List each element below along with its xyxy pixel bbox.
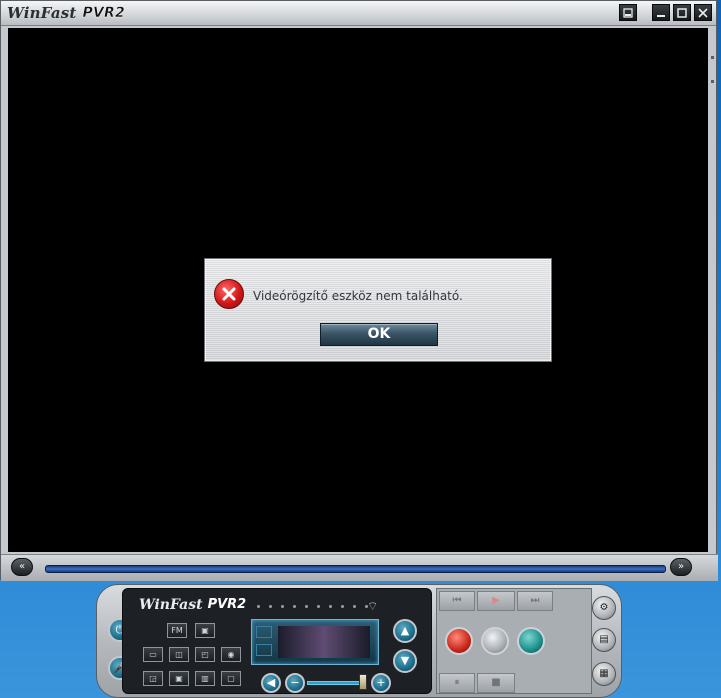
rail-dot — [711, 56, 714, 59]
window-mode-button[interactable]: ▣ — [169, 671, 189, 686]
minimize-icon — [657, 14, 665, 17]
maximize-icon — [677, 7, 687, 18]
ok-button[interactable]: OK — [320, 323, 438, 346]
snapshot-icon — [623, 7, 633, 18]
folder-button[interactable]: ▭ — [143, 647, 163, 662]
control-panel: ⏻ 🎤 WinFast PVR2 ⌔ FM ▣ ▭ ◫ ◰ ◉ ◲ ▣ ▥ ▢ … — [96, 584, 622, 698]
fullscreen-button[interactable]: ▢ — [221, 671, 241, 686]
wifi-icon: ⌔ — [367, 599, 379, 613]
capture-button[interactable]: ◰ — [195, 647, 215, 662]
logo-text: WinFast — [7, 4, 77, 22]
settings-button[interactable]: ⚙ — [592, 596, 616, 620]
lcd-indicator — [256, 644, 272, 656]
pip-button[interactable]: ◲ — [143, 671, 163, 686]
channel-up-button[interactable]: ▲ — [393, 619, 417, 643]
volume-slider[interactable] — [307, 681, 361, 685]
close-icon — [698, 7, 708, 18]
lcd-display — [251, 619, 379, 665]
schedule-button[interactable] — [517, 627, 545, 655]
prev-button[interactable]: ⏮ — [439, 591, 475, 611]
app-logo: WinFast PVR2 — [7, 4, 125, 22]
volume-down-button[interactable]: − — [285, 673, 305, 693]
volume-up-button[interactable]: + — [371, 673, 391, 693]
remote-button[interactable]: ▤ — [592, 628, 616, 652]
title-bar[interactable]: WinFast PVR2 — [1, 1, 716, 26]
signal-dots — [257, 605, 368, 608]
seek-slider[interactable] — [45, 565, 666, 573]
lcd-indicator — [256, 626, 272, 638]
volume-knob[interactable] — [359, 674, 367, 690]
seek-bar: « » — [1, 554, 718, 581]
panel-logo: WinFast PVR2 — [139, 597, 246, 613]
panel-left-section: WinFast PVR2 ⌔ FM ▣ ▭ ◫ ◰ ◉ ◲ ▣ ▥ ▢ ◀ − … — [122, 588, 432, 694]
channel-down-button[interactable]: ▼ — [393, 649, 417, 673]
panel-logo-text: WinFast — [139, 597, 203, 613]
timeshift-button[interactable] — [481, 627, 509, 655]
close-button[interactable] — [694, 4, 712, 21]
camera-button[interactable]: ◫ — [169, 647, 189, 662]
lcd-screen — [278, 626, 370, 658]
pause-button[interactable]: ⏸ — [439, 673, 475, 693]
error-dialog: Videórögzítő eszköz nem található. OK — [204, 258, 552, 362]
side-buttons: ⚙ ▤ ▦ — [592, 588, 618, 694]
tv-button[interactable]: ▣ — [195, 623, 215, 638]
record-button[interactable] — [445, 627, 473, 655]
stop-button[interactable]: ■ — [477, 673, 515, 693]
window-controls — [619, 4, 712, 21]
error-cross-icon — [222, 287, 236, 301]
dialog-message: Videórögzítő eszköz nem található. — [253, 289, 463, 303]
rail-dot — [711, 80, 714, 83]
fm-button[interactable]: FM — [167, 623, 187, 638]
transport-section: ⏮ ▶ ⏭ ⏸ ■ — [436, 588, 592, 694]
seek-back-button[interactable]: « — [11, 558, 33, 576]
next-button[interactable]: ⏭ — [517, 591, 553, 611]
snapshot-button[interactable] — [619, 4, 637, 21]
panel-logo-pvr: PVR2 — [207, 597, 247, 612]
mute-button[interactable]: ◀ — [261, 673, 281, 693]
eye-button[interactable]: ◉ — [221, 647, 241, 662]
maximize-button[interactable] — [673, 4, 691, 21]
seek-forward-button[interactable]: » — [670, 558, 692, 576]
error-icon — [214, 279, 244, 309]
window-right-edge — [708, 28, 716, 552]
play-button[interactable]: ▶ — [477, 591, 515, 611]
keypad-button[interactable]: ▦ — [592, 662, 616, 686]
minimize-button[interactable] — [652, 4, 670, 21]
split-button[interactable]: ▥ — [195, 671, 215, 686]
logo-pvr: PVR2 — [82, 5, 125, 21]
